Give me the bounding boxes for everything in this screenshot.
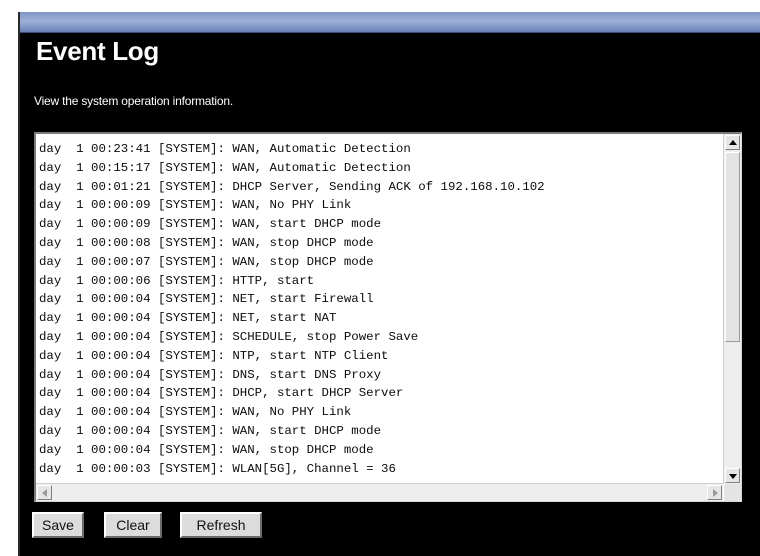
- log-line: day 1 00:00:09 [SYSTEM]: WAN, No PHY Lin…: [39, 198, 352, 213]
- log-line: day 1 00:00:09 [SYSTEM]: WAN, start DHCP…: [39, 217, 382, 232]
- log-line: day 1 00:00:04 [SYSTEM]: DHCP, start DHC…: [39, 386, 404, 401]
- event-log-textarea[interactable]: day 1 00:23:41 [SYSTEM]: WAN, Automatic …: [34, 132, 742, 502]
- log-line: day 1 00:23:41 [SYSTEM]: WAN, Automatic …: [39, 142, 411, 156]
- page-title: Event Log: [36, 36, 159, 66]
- log-line: day 1 00:00:08 [SYSTEM]: WAN, stop DHCP …: [39, 235, 374, 250]
- log-line: day 1 00:00:07 [SYSTEM]: WAN, stop DHCP …: [39, 254, 374, 269]
- log-line: day 1 00:01:21 [SYSTEM]: DHCP Server, Se…: [39, 179, 545, 194]
- scroll-right-button[interactable]: [707, 485, 722, 500]
- scroll-left-button[interactable]: [37, 485, 52, 500]
- arrow-down-icon: [729, 474, 737, 479]
- log-line: day 1 00:00:04 [SYSTEM]: DNS, start DNS …: [39, 367, 382, 382]
- log-line: day 1 00:15:17 [SYSTEM]: WAN, Automatic …: [39, 160, 411, 175]
- refresh-button[interactable]: Refresh: [180, 512, 262, 538]
- log-lines: day 1 00:23:41 [SYSTEM]: WAN, Automatic …: [39, 140, 722, 482]
- log-line: day 1 00:00:04 [SYSTEM]: SCHEDULE, stop …: [39, 329, 419, 344]
- header-bar: [20, 12, 760, 33]
- log-line: day 1 00:00:04 [SYSTEM]: NET, start NAT: [39, 311, 337, 326]
- arrow-up-icon: [729, 140, 737, 145]
- arrow-right-icon: [713, 489, 718, 497]
- log-line: day 1 00:00:04 [SYSTEM]: WAN, stop DHCP …: [39, 442, 374, 457]
- scroll-up-button[interactable]: [725, 135, 740, 150]
- clear-button[interactable]: Clear: [104, 512, 162, 538]
- scroll-down-button[interactable]: [725, 468, 740, 483]
- page-description: View the system operation information.: [34, 94, 233, 108]
- log-line: day 1 00:00:04 [SYSTEM]: NET, start Fire…: [39, 292, 374, 307]
- scrollbar-corner: [724, 484, 741, 501]
- vertical-scroll-thumb[interactable]: [725, 152, 740, 342]
- log-line: day 1 00:00:04 [SYSTEM]: WAN, start DHCP…: [39, 423, 382, 438]
- vertical-scrollbar[interactable]: [723, 134, 741, 484]
- event-log-panel: Event Log View the system operation info…: [18, 12, 760, 556]
- save-button[interactable]: Save: [32, 512, 84, 538]
- log-line: day 1 00:00:04 [SYSTEM]: WAN, No PHY Lin…: [39, 405, 352, 420]
- page: Event Log View the system operation info…: [0, 0, 760, 556]
- log-line: day 1 00:00:04 [SYSTEM]: NTP, start NTP …: [39, 348, 389, 363]
- arrow-left-icon: [42, 489, 47, 497]
- log-line: day 1 00:00:03 [SYSTEM]: WLAN[5G], Chann…: [39, 461, 396, 476]
- log-line: day 1 00:00:06 [SYSTEM]: HTTP, start: [39, 273, 315, 288]
- horizontal-scrollbar[interactable]: [36, 483, 723, 501]
